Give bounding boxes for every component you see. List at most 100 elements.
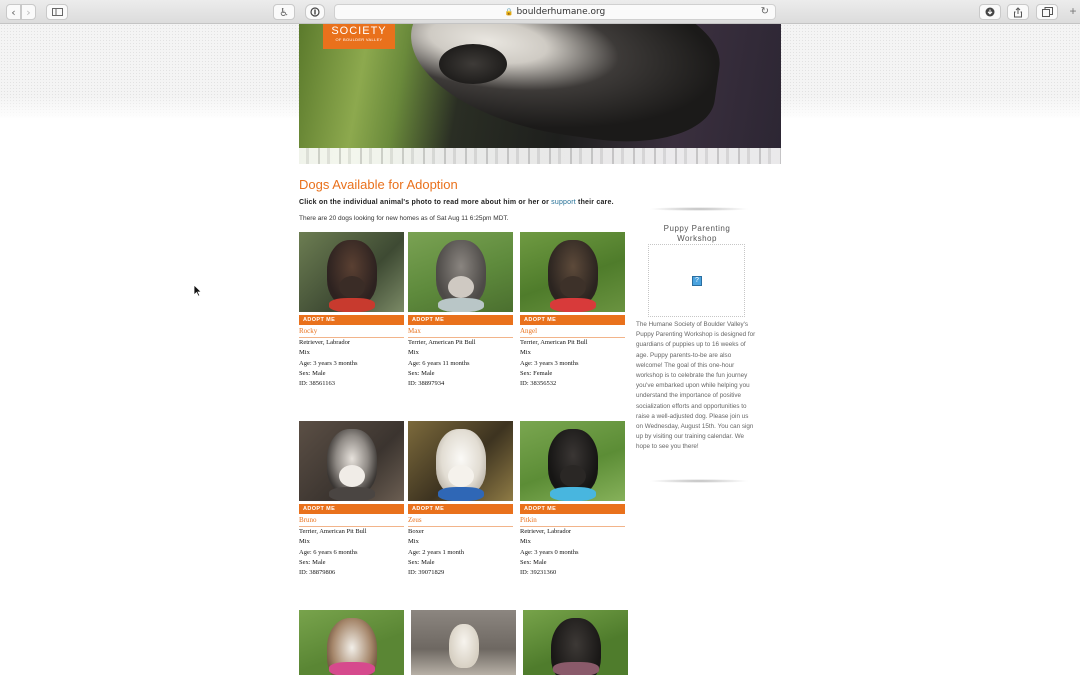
dog-breed: Terrier, American Pit Bull (408, 339, 476, 346)
dog-photo[interactable] (523, 610, 628, 675)
adopt-me-button[interactable]: ADOPT ME (408, 315, 513, 325)
tabs-icon (1041, 7, 1053, 17)
dog-card-angel: ADOPT ME Angel Terrier, American Pit Bul… (520, 232, 625, 389)
page-title: Dogs Available for Adoption (299, 177, 458, 192)
browser-toolbar: ‹ › ♿ 🔒 boulderhumane.org ↻ + (0, 0, 1080, 24)
dog-photo[interactable] (299, 610, 404, 675)
reader-button[interactable]: ♿ (273, 4, 295, 20)
dog-sex: Sex: Male (408, 369, 435, 377)
dog-info: Retriever, Labrador Mix Age: 3 years 3 m… (299, 338, 404, 389)
accessibility-icon: ♿ (279, 5, 289, 19)
dog-sex: Sex: Male (299, 369, 326, 377)
back-button[interactable]: ‹ (6, 4, 21, 20)
dog-card-row3-2 (411, 610, 516, 675)
privacy-button[interactable] (305, 4, 325, 20)
dog-age: Age: 6 years 6 months (299, 548, 358, 556)
dog-photo[interactable] (408, 421, 513, 501)
support-link[interactable]: support (551, 199, 576, 206)
dog-age: Age: 2 years 1 month (408, 548, 464, 556)
chevron-left-icon: ‹ (11, 5, 16, 19)
dog-id: ID: 38879806 (299, 569, 336, 577)
sidebar-title: Puppy Parenting Workshop (663, 224, 731, 243)
sidebar-toggle-button[interactable] (46, 4, 68, 20)
dog-photo[interactable] (299, 232, 404, 312)
dog-mix: Mix (299, 349, 310, 357)
share-button[interactable] (1007, 4, 1029, 20)
reload-icon[interactable]: ↻ (761, 6, 769, 17)
plus-icon: + (1069, 4, 1077, 18)
hero-dog-nose (439, 44, 507, 84)
dog-count-text: There are 20 dogs looking for new homes … (299, 215, 509, 222)
sidebar-icon (51, 8, 63, 16)
dog-mix: Mix (408, 538, 419, 546)
logo-line2: OF BOULDER VALLEY (335, 37, 383, 42)
site-logo[interactable]: SOCIETY OF BOULDER VALLEY (323, 24, 395, 49)
dog-card-pitkin: ADOPT ME Pitkin Retriever, Labrador Mix … (520, 421, 625, 578)
dog-card-bruno: ADOPT ME Bruno Terrier, American Pit Bul… (299, 421, 404, 578)
adopt-me-button[interactable]: ADOPT ME (299, 315, 404, 325)
address-bar[interactable]: 🔒 boulderhumane.org ↻ (334, 4, 776, 20)
hero-dog-head (400, 24, 728, 155)
lock-icon: 🔒 (504, 8, 514, 16)
dog-id: ID: 39231360 (520, 569, 557, 577)
dog-name-link[interactable]: Rocky (299, 326, 404, 338)
dog-sex: Sex: Female (520, 369, 553, 377)
new-tab-button[interactable]: + (1066, 4, 1080, 20)
dog-card-rocky: ADOPT ME Rocky Retriever, Labrador Mix A… (299, 232, 404, 389)
chevron-right-icon: › (26, 5, 31, 19)
adopt-me-button[interactable]: ADOPT ME (520, 315, 625, 325)
dog-mix: Mix (520, 538, 531, 546)
dog-name-link[interactable]: Angel (520, 326, 625, 338)
downloads-button[interactable] (979, 4, 1001, 20)
dog-sex: Sex: Male (408, 558, 435, 566)
dog-age: Age: 3 years 0 months (520, 548, 579, 556)
intro-text: Click on the individual animal's photo t… (299, 199, 614, 206)
dog-name-link[interactable]: Bruno (299, 515, 404, 527)
dog-id: ID: 39071829 (408, 569, 445, 577)
dog-name-link[interactable]: Pitkin (520, 515, 625, 527)
dog-info: Retriever, Labrador Mix Age: 3 years 0 m… (520, 527, 625, 578)
tabs-overview-button[interactable] (1036, 4, 1058, 20)
dog-id: ID: 38356532 (520, 380, 557, 388)
share-icon (1014, 6, 1022, 17)
dog-card-max: ADOPT ME Max Terrier, American Pit Bull … (408, 232, 513, 389)
download-icon (985, 7, 995, 17)
dog-photo[interactable] (408, 232, 513, 312)
dog-age: Age: 3 years 3 months (520, 359, 579, 367)
dog-breed: Retriever, Labrador (299, 339, 350, 346)
dog-name-link[interactable]: Max (408, 326, 513, 338)
dog-card-zeus: ADOPT ME Zeus Boxer Mix Age: 2 years 1 m… (408, 421, 513, 578)
dog-mix: Mix (299, 538, 310, 546)
dog-id: ID: 38897934 (408, 380, 445, 388)
dog-photo[interactable] (411, 610, 516, 675)
dog-breed: Terrier, American Pit Bull (299, 528, 367, 535)
mouse-cursor-icon (193, 284, 202, 297)
adopt-me-button[interactable]: ADOPT ME (520, 504, 625, 514)
dog-mix: Mix (408, 349, 419, 357)
forward-button[interactable]: › (21, 4, 36, 20)
dog-photo[interactable] (299, 421, 404, 501)
dog-info: Terrier, American Pit Bull Mix Age: 3 ye… (520, 338, 625, 389)
url-text: boulderhumane.org (516, 7, 606, 17)
dog-name-link[interactable]: Zeus (408, 515, 513, 527)
dog-info: Terrier, American Pit Bull Mix Age: 6 ye… (299, 527, 404, 578)
dog-photo[interactable] (520, 421, 625, 501)
dog-card-row3-1 (299, 610, 404, 675)
broken-image-icon: ? (692, 276, 702, 286)
dog-age: Age: 3 years 3 months (299, 359, 358, 367)
sidebar-image[interactable]: ? (648, 244, 745, 317)
dog-info: Boxer Mix Age: 2 years 1 month Sex: Male… (408, 527, 513, 578)
logo-line1: SOCIETY (331, 25, 387, 37)
dog-card-row3-3 (523, 610, 628, 675)
intro-after: their care. (575, 199, 614, 206)
dog-photo[interactable] (520, 232, 625, 312)
adopt-me-button[interactable]: ADOPT ME (408, 504, 513, 514)
dog-age: Age: 6 years 11 months (408, 359, 470, 367)
dog-mix: Mix (520, 349, 531, 357)
dog-id: ID: 38561163 (299, 380, 336, 388)
sidebar-divider-bottom (649, 479, 749, 483)
sidebar-text: The Humane Society of Boulder Valley's P… (636, 321, 756, 451)
sidebar-divider-top (649, 207, 749, 211)
adopt-me-button[interactable]: ADOPT ME (299, 504, 404, 514)
privacy-report-icon (310, 7, 320, 17)
